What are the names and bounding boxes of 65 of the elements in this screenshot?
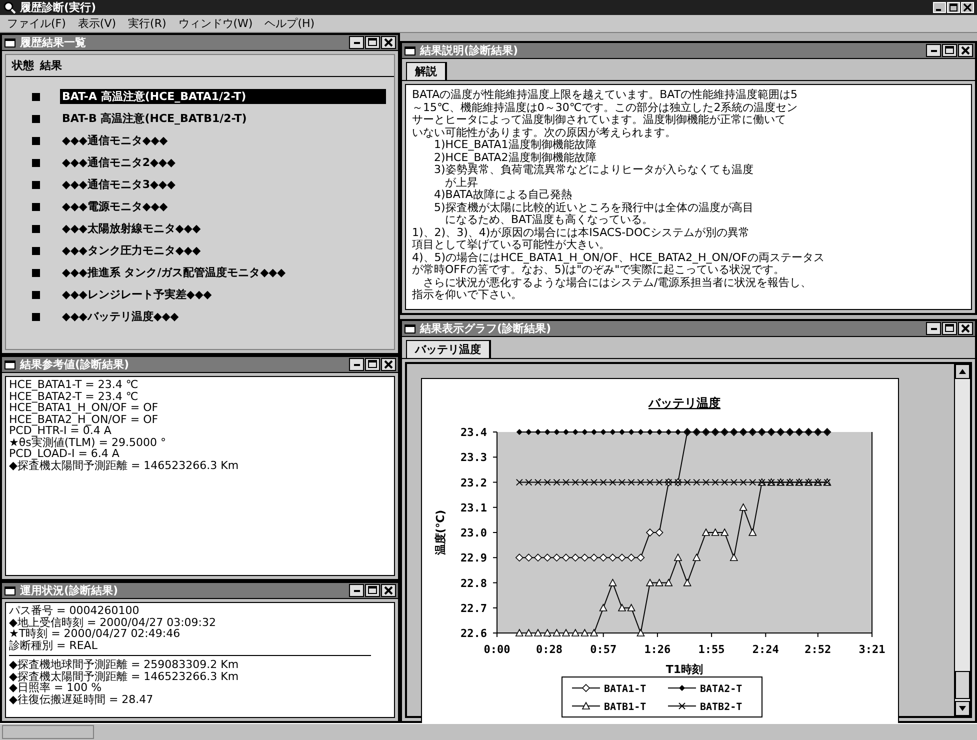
- tick-label: 3:21: [858, 643, 886, 656]
- explanation-line: が上昇: [444, 176, 479, 189]
- explanation-line: 2)HCE_BATA2温度制御機能故障: [433, 152, 598, 164]
- explanation-line: 4)、5)の場合にはHCE_BATA1_H_ON/OF、HCE_BATA2_H_ON/OFの両ステータス: [412, 252, 826, 264]
- value-line: HCE_BATA2_H_ON/OF = OF: [9, 414, 160, 425]
- value-line: HCE_BATA2-T = 23.4 ℃: [9, 390, 140, 402]
- tick-label: 1:26: [644, 643, 671, 656]
- tick-label: 22.7: [460, 602, 487, 615]
- axis-label: 温度(℃): [434, 510, 447, 556]
- tick-label: 22.8: [460, 576, 487, 590]
- tick-label: 0:28: [536, 643, 562, 656]
- tick-label: 0:57: [590, 643, 617, 656]
- tick-label: 1:55: [698, 643, 725, 656]
- explanation-line: 3)姿勢異常、負荷電流異常などによりヒータが入らなくても温度: [433, 164, 754, 176]
- window-title: 履歴結果一覧: [20, 35, 86, 50]
- window-title: 結果表示グラフ(診断結果): [420, 321, 552, 336]
- value-line: ◆往復伝搬遅延時間 = 28.47: [9, 694, 154, 705]
- tick-label: 23.3: [460, 451, 487, 464]
- value-line: HCE_BATA1-T = 23.4 ℃: [9, 379, 140, 390]
- chart-title: バッテリ温度: [648, 396, 720, 410]
- legend-label: BATA2-T: [700, 684, 742, 695]
- tick-label: 0:00: [484, 643, 510, 656]
- value-line: ◆日照率 = 100 %: [9, 682, 102, 694]
- value-line: ◆探査機地球間予測距離 = 259083309.2 Km: [9, 659, 240, 670]
- value-line: HCE_BATA1_H_ON/OF = OF: [9, 402, 160, 414]
- explanation-line: 5)探査機が太陽に比較的近いところを飛行中は全体の温度が高目: [433, 202, 754, 214]
- explanation-line: いない可能性があります。次の原因が考えられます。: [412, 126, 677, 138]
- tick-label: 23.2: [460, 476, 487, 490]
- value-line: ★θs実測値(TLM) = 29.5000 °: [9, 436, 167, 448]
- explanation-line: 項目として挙げている可能性が大きい。: [412, 239, 611, 252]
- value-line: ◆探査機太陽間予測距離 = 146523266.3 Km: [9, 670, 240, 682]
- explanation-line: BATAの温度が性能維持温度上限を越えています。BATの性能維持温度範囲は5: [412, 89, 799, 102]
- tick-label: 23.1: [460, 501, 487, 514]
- value-line: PCD_LOAD-I = 6.4 A: [9, 448, 120, 460]
- value-line: PCD_HTR-I = 0.4 A: [9, 425, 112, 436]
- explanation-line: 4)BATA故障による自己発熱: [433, 189, 573, 202]
- window-title: 結果参考値(診断結果): [20, 357, 130, 372]
- axis-label: T1時刻: [666, 663, 704, 676]
- legend-label: BATA1-T: [604, 684, 646, 695]
- value-line: ◆地上受信時刻 = 2000/04/27 03:09:32: [9, 616, 217, 628]
- explanation-line: 1)HCE_BATA1温度制御機能故障: [433, 139, 598, 152]
- window-title: 履歴診断(実行): [20, 0, 96, 15]
- explanation-line: ～15℃、機能維持温度は0～30℃です。この部分は独立した2系統の温度セン: [412, 102, 799, 114]
- explanation-line: が常時OFFの筈です。なお、5)は"のぞみ"で実際に起こっている状況です。: [412, 264, 786, 276]
- value-line: 診断種別 = REAL: [9, 640, 98, 651]
- legend-label: BATB2-T: [700, 702, 742, 713]
- value-line: パス番号 = 0004260100: [9, 605, 140, 616]
- tick-label: 2:24: [752, 643, 779, 656]
- tick-label: 23.0: [460, 526, 487, 540]
- tick-label: 2:52: [804, 643, 832, 656]
- tick-label: 22.9: [460, 552, 487, 565]
- explanation-line: 指示を仰いで下さい。: [412, 289, 523, 302]
- value-line: ★T時刻 = 2000/04/27 02:49:46: [9, 628, 182, 640]
- legend-label: BATB1-T: [604, 702, 646, 713]
- window-title: 運用状況(診断結果): [20, 583, 118, 598]
- tick-label: 23.4: [460, 426, 487, 439]
- tick-label: 22.6: [460, 627, 487, 640]
- explanation-line: さらに状況が悪化するような場合にはシステム/電源系担当者に状況を報告し、: [422, 276, 813, 289]
- column-header: 結果: [40, 58, 62, 73]
- explanation-line: 1)、2)、3)、4)が原因の場合には本ISACS-DOCシステムが別の異常: [412, 226, 750, 238]
- column-header: 状態: [12, 58, 34, 73]
- window-title: 結果説明(診断結果): [420, 43, 518, 58]
- explanation-line: サーとヒータによって温度制御されています。温度制御機能が正常に働いて: [412, 114, 787, 126]
- explanation-line: になるため、BAT温度も高くなっている。: [444, 214, 654, 226]
- value-line: ◆探査機太陽間予測距離 = 146523266.3 Km: [9, 460, 240, 471]
